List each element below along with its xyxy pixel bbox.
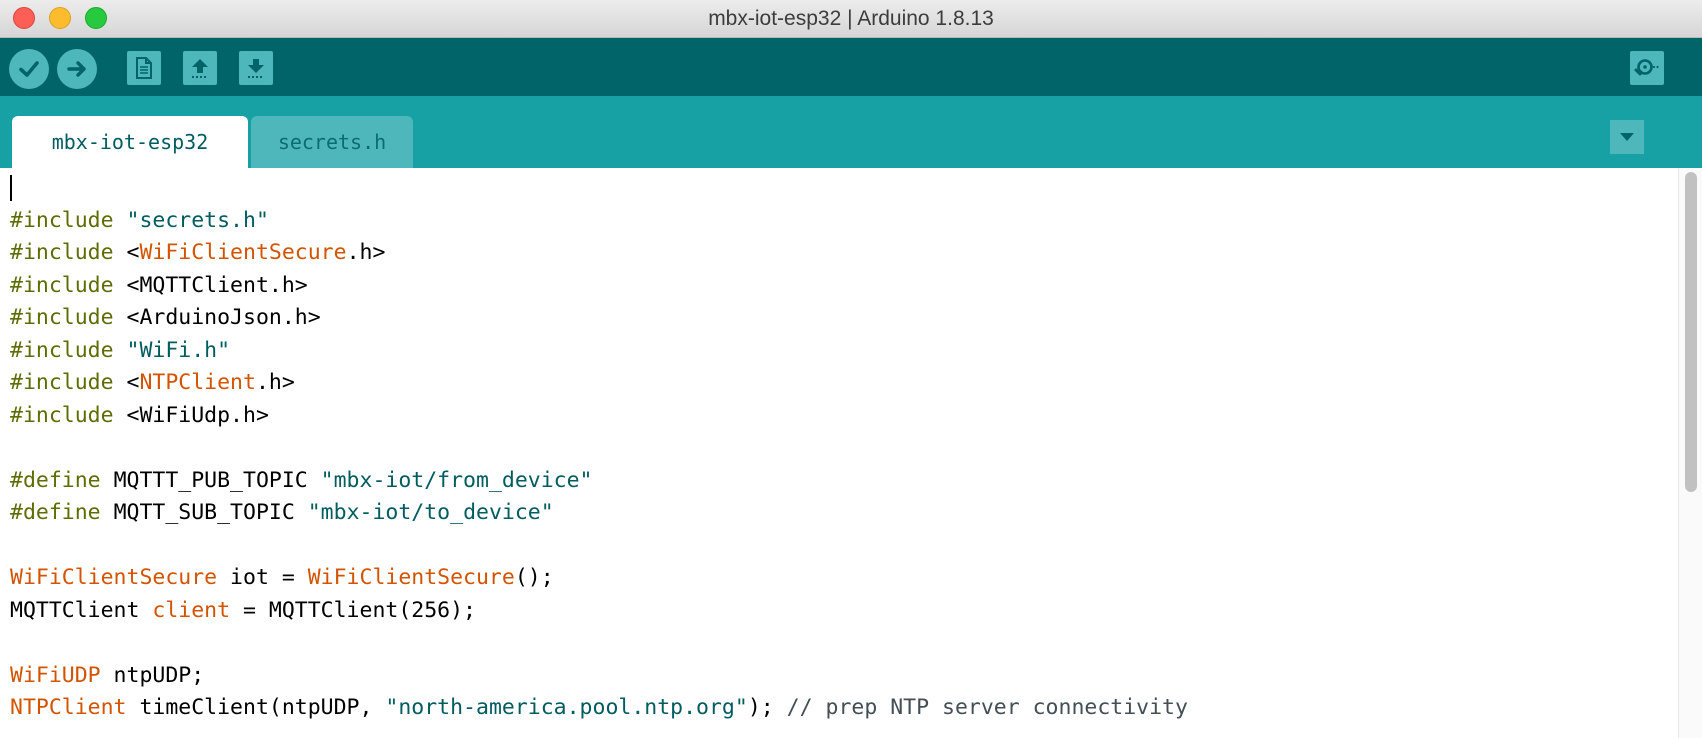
- code-line: #include "secrets.h": [10, 205, 1188, 238]
- code-token: iot =: [217, 565, 308, 590]
- code-token: <MQTTClient.h>: [126, 272, 308, 298]
- code-token: );: [747, 695, 787, 720]
- vertical-scrollbar[interactable]: [1678, 168, 1702, 738]
- tab-mbx-iot-esp32[interactable]: mbx-iot-esp32: [12, 116, 248, 168]
- code-text: #include "secrets.h" #include <WiFiClient…: [10, 172, 1188, 725]
- arrow-right-icon: [67, 61, 86, 77]
- code-token: .h>: [346, 240, 386, 265]
- title-bar: mbx-iot-esp32 | Arduino 1.8.13: [0, 0, 1702, 38]
- toolbar: [0, 38, 1702, 96]
- text-cursor: [10, 175, 12, 201]
- tab-secrets-h[interactable]: secrets.h: [251, 116, 413, 168]
- code-line: WiFiUDP ntpUDP;: [10, 660, 1188, 693]
- code-token: #include: [10, 402, 127, 428]
- code-token: #define: [10, 500, 114, 525]
- code-token: "north-america.pool.ntp.org": [385, 695, 748, 720]
- code-token: <ArduinoJson.h>: [126, 305, 321, 330]
- code-token: NTPClient: [10, 695, 127, 720]
- code-line: #include <MQTTClient.h>: [10, 270, 1188, 303]
- arrow-down-icon: [248, 59, 264, 78]
- scrollbar-thumb[interactable]: [1685, 172, 1697, 492]
- code-token: timeClient(ntpUDP,: [126, 695, 386, 720]
- code-token: WiFiClientSecure: [139, 240, 347, 265]
- code-token: // prep NTP server connectivity: [786, 695, 1188, 720]
- document-icon: [136, 57, 152, 79]
- serial-monitor-button[interactable]: [1630, 51, 1664, 85]
- code-line: [10, 172, 1188, 205]
- code-line: WiFiClientSecure iot = WiFiClientSecure(…: [10, 562, 1188, 595]
- upload-button[interactable]: [57, 49, 97, 89]
- code-token: ();: [514, 565, 554, 590]
- code-token: = MQTTClient(256);: [230, 597, 477, 623]
- code-token: WiFiClientSecure: [307, 565, 515, 590]
- code-token: "secrets.h": [126, 207, 269, 233]
- code-line: #define MQTTT_PUB_TOPIC "mbx-iot/from_de…: [10, 465, 1188, 498]
- arrow-up-icon: [192, 59, 208, 78]
- verify-button[interactable]: [9, 49, 49, 89]
- save-sketch-button[interactable]: [239, 51, 273, 85]
- code-token: WiFiUDP: [10, 662, 101, 688]
- code-line: NTPClient timeClient(ntpUDP, "north-amer…: [10, 692, 1188, 725]
- code-token: "WiFi.h": [126, 337, 231, 363]
- code-line: MQTTClient client = MQTTClient(256);: [10, 595, 1188, 628]
- code-token: "mbx-iot/to_device": [307, 500, 554, 525]
- code-token: client: [152, 597, 231, 623]
- code-line: #include "WiFi.h": [10, 335, 1188, 368]
- code-token: <WiFiUdp.h>: [126, 402, 269, 428]
- code-token: .h>: [255, 370, 295, 395]
- code-editor[interactable]: #include "secrets.h" #include <WiFiClient…: [0, 168, 1702, 738]
- code-token: #include: [10, 240, 127, 265]
- code-token: MQTTT_PUB_TOPIC: [113, 467, 321, 493]
- tab-bar: mbx-iot-esp32 secrets.h: [0, 96, 1702, 168]
- code-token: ntpUDP;: [100, 662, 205, 688]
- code-token: WiFiClientSecure: [10, 565, 218, 590]
- code-token: "mbx-iot/from_device": [320, 467, 593, 493]
- code-line: #include <NTPClient.h>: [10, 367, 1188, 400]
- magnifier-icon: [1634, 59, 1659, 76]
- code-token: #include: [10, 207, 127, 233]
- code-line: #define MQTT_SUB_TOPIC "mbx-iot/to_devic…: [10, 497, 1188, 530]
- code-line: #include <ArduinoJson.h>: [10, 302, 1188, 335]
- code-token: #define: [10, 467, 114, 493]
- code-line: #include <WiFiUdp.h>: [10, 400, 1188, 433]
- new-sketch-button[interactable]: [127, 51, 161, 85]
- code-token: NTPClient: [139, 370, 256, 395]
- tab-menu-button[interactable]: [1610, 120, 1644, 154]
- open-sketch-button[interactable]: [183, 51, 217, 85]
- code-token: MQTT_SUB_TOPIC: [113, 500, 308, 525]
- triangle-down-icon: [1620, 133, 1634, 141]
- code-token: #include: [10, 272, 127, 298]
- code-line: #include <WiFiClientSecure.h>: [10, 237, 1188, 270]
- window-title: mbx-iot-esp32 | Arduino 1.8.13: [708, 7, 994, 30]
- code-token: #include: [10, 305, 127, 330]
- check-icon: [19, 61, 39, 77]
- code-token: #include: [10, 370, 127, 395]
- code-token: <: [126, 370, 140, 395]
- code-token: <: [126, 240, 140, 265]
- code-token: #include: [10, 337, 127, 363]
- code-token: MQTTClient: [10, 597, 153, 623]
- arduino-ide-window: mbx-iot-esp32 | Arduino 1.8.13 mbx-iot-e…: [0, 0, 1702, 738]
